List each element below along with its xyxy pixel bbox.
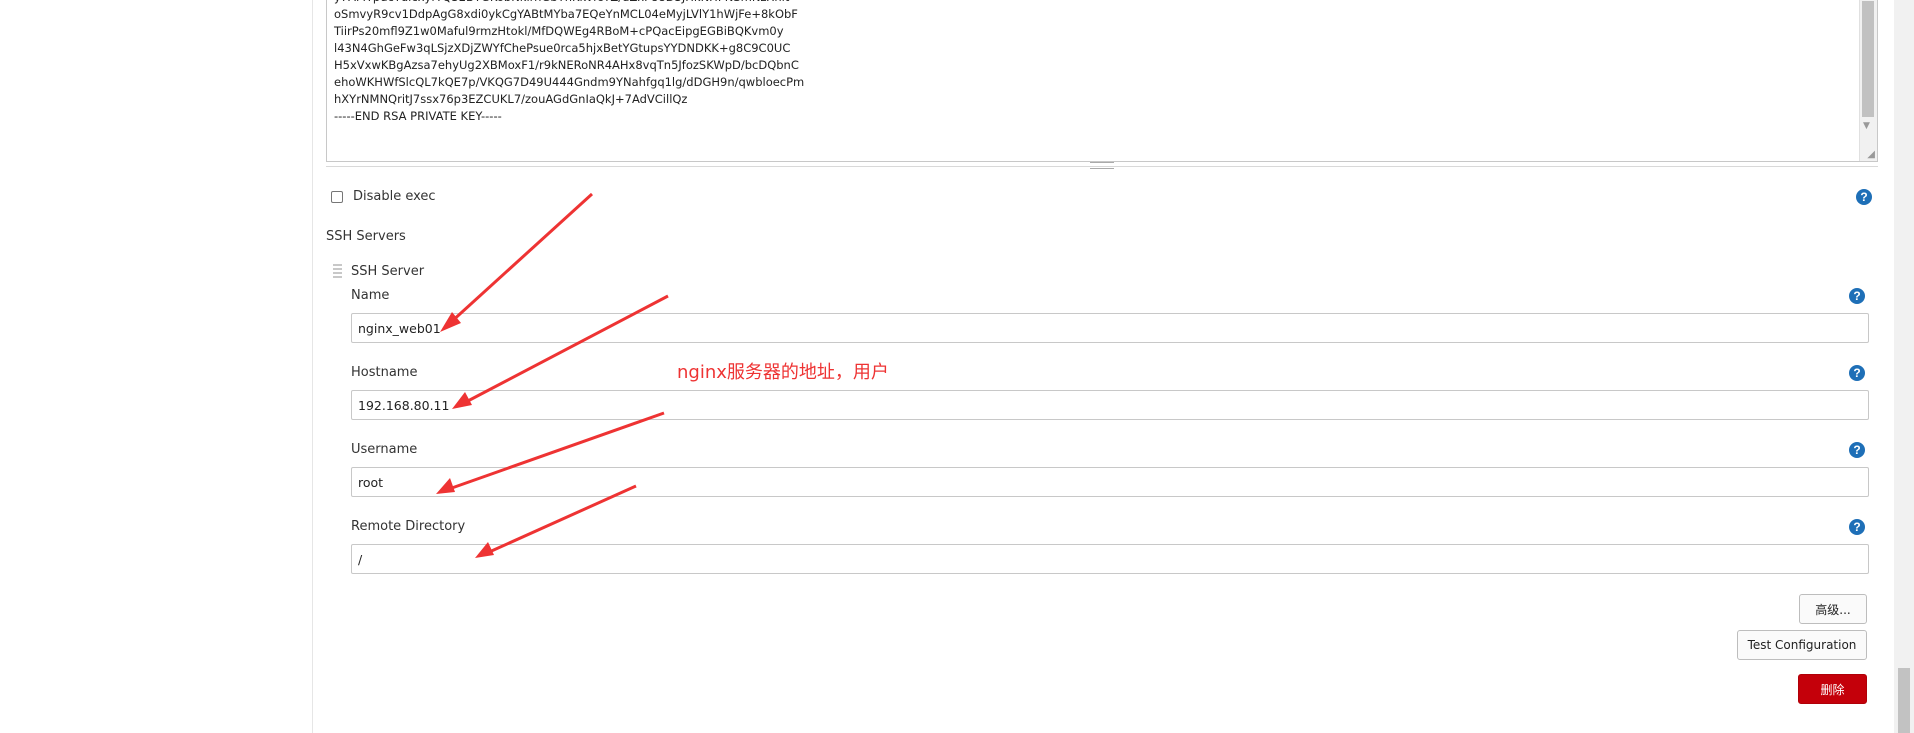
textarea-scrollbar-thumb[interactable] (1862, 1, 1874, 117)
help-icon[interactable]: ? (1849, 442, 1865, 458)
ssh-servers-title: SSH Servers (326, 229, 406, 244)
username-input-value: root (358, 474, 384, 490)
remote-directory-field-label-row: Remote Directory (351, 519, 465, 534)
help-icon[interactable]: ? (1849, 519, 1865, 535)
annotation-text: nginx服务器的地址，用户 (677, 362, 889, 383)
page-scrollbar[interactable] (1894, 0, 1914, 733)
textarea-scrollbar[interactable]: ▼ (1859, 0, 1877, 161)
private-key-text: y7AMYpucTdlcxyfTQ32BTGKobNkirnGbThKkvfcT… (334, 0, 805, 123)
ssh-server-title: SSH Server (351, 264, 425, 279)
hostname-field-label-row: Hostname (351, 365, 417, 380)
ssh-servers-heading: SSH Servers (326, 229, 406, 244)
test-configuration-button[interactable]: Test Configuration (1737, 630, 1867, 660)
name-label: Name (351, 288, 390, 303)
advanced-button[interactable]: 高级... (1799, 594, 1867, 624)
username-input[interactable]: root (351, 467, 1869, 497)
disable-exec-label: Disable exec (353, 189, 436, 204)
drag-grip-icon[interactable] (333, 264, 342, 280)
help-icon[interactable]: ? (1849, 365, 1865, 381)
name-field-label-row: Name (351, 288, 389, 303)
remote-directory-label: Remote Directory (351, 519, 466, 534)
hostname-input[interactable]: 192.168.80.11 (351, 390, 1869, 420)
left-panel (0, 0, 313, 733)
remote-directory-input-value: / (358, 551, 363, 567)
help-icon[interactable]: ? (1849, 288, 1865, 304)
username-label: Username (351, 442, 418, 457)
divider (326, 166, 1878, 167)
page-scrollbar-thumb[interactable] (1898, 668, 1910, 733)
scroll-down-arrow-icon[interactable]: ▼ (1863, 121, 1870, 131)
disable-exec-row: Disable exec (331, 189, 436, 204)
private-key-textarea[interactable]: y7AMYpucTdlcxyfTQ32BTGKobNkirnGbThKkvfcT… (326, 0, 1878, 162)
name-input-value: nginx_web01 (358, 320, 441, 336)
help-icon[interactable]: ? (1856, 189, 1872, 205)
name-input[interactable]: nginx_web01 (351, 313, 1869, 343)
hostname-label: Hostname (351, 365, 418, 380)
arrow-to-name (440, 192, 594, 332)
disable-exec-checkbox[interactable] (331, 190, 343, 203)
ssh-server-heading: SSH Server (351, 264, 424, 279)
delete-button[interactable]: 删除 (1798, 674, 1867, 704)
username-field-label-row: Username (351, 442, 417, 457)
remote-directory-input[interactable]: / (351, 544, 1869, 574)
resize-grip-icon[interactable]: ◢ (1867, 149, 1875, 160)
hostname-input-value: 192.168.80.11 (358, 397, 450, 413)
